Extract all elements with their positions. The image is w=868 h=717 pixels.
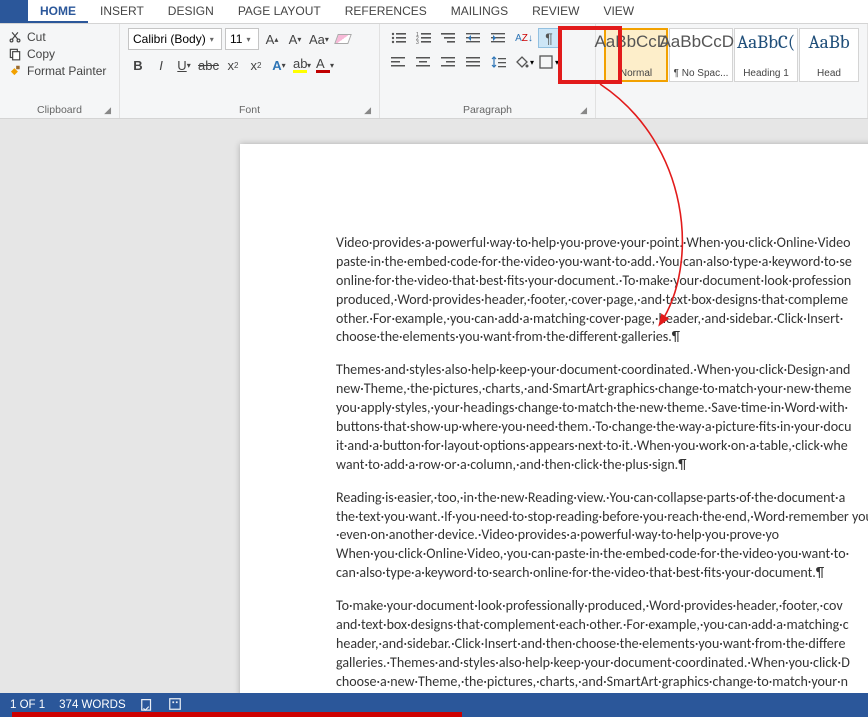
shading-button[interactable]: ▾: [513, 52, 535, 72]
italic-button[interactable]: I: [151, 54, 171, 76]
spellcheck-icon[interactable]: [140, 697, 154, 714]
tab-insert[interactable]: INSERT: [88, 0, 156, 23]
svg-text:3: 3: [416, 40, 419, 45]
grow-font-button[interactable]: A▴: [262, 28, 282, 50]
font-size-value: 11: [230, 32, 242, 46]
underline-button[interactable]: U▾: [174, 54, 194, 76]
font-name-combo[interactable]: Calibri (Body) ▾: [128, 28, 222, 50]
multilevel-list-button[interactable]: [438, 28, 460, 48]
subscript-button[interactable]: x2: [223, 54, 243, 76]
copy-button[interactable]: Copy: [8, 47, 111, 61]
superscript-button[interactable]: x2: [246, 54, 266, 76]
paragraph-launcher-icon[interactable]: ◢: [580, 105, 587, 116]
change-case-button[interactable]: Aa▾: [308, 28, 330, 50]
clipboard-group-label: Clipboard: [37, 104, 82, 116]
style-normal[interactable]: AaBbCcDcNormal: [604, 28, 668, 82]
cut-label: Cut: [27, 30, 46, 44]
style-sample: AaBbCcDc: [659, 33, 742, 50]
style-no-spacing[interactable]: AaBbCcDc¶ No Spac...: [669, 28, 733, 82]
bold-button[interactable]: B: [128, 54, 148, 76]
group-clipboard: Cut Copy Format Painter Clipboard ◢: [0, 24, 120, 118]
clipboard-launcher-icon[interactable]: ◢: [104, 105, 111, 116]
format-painter-label: Format Painter: [27, 64, 106, 78]
word-count[interactable]: 374 WORDS: [59, 699, 125, 711]
ribbon: Cut Copy Format Painter Clipboard ◢ Calib…: [0, 24, 868, 119]
font-name-value: Calibri (Body): [133, 32, 206, 46]
document-area[interactable]: Video·provides·a·powerful·way·to·help·yo…: [0, 119, 868, 693]
group-paragraph: 123 AZ↓ ¶ ▾ ▾ Paragraph ◢: [380, 24, 596, 118]
tab-mailings[interactable]: MAILINGS: [439, 0, 520, 23]
ribbon-tabs: HOME INSERT DESIGN PAGE LAYOUT REFERENCE…: [0, 0, 868, 24]
page-count[interactable]: 1 OF 1: [10, 699, 45, 711]
line-spacing-button[interactable]: [488, 52, 510, 72]
style-name: Head: [817, 68, 841, 79]
font-launcher-icon[interactable]: ◢: [364, 105, 371, 116]
annotation-bottom-strip: [12, 712, 462, 717]
copy-icon: [8, 47, 22, 61]
paint-bucket-icon: [514, 55, 530, 69]
tab-view[interactable]: VIEW: [591, 0, 646, 23]
justify-button[interactable]: [463, 52, 485, 72]
show-hide-paragraph-button[interactable]: ¶: [538, 28, 560, 48]
page: Video·provides·a·powerful·way·to·help·yo…: [240, 144, 868, 693]
text-effects-button[interactable]: A▾: [269, 54, 289, 76]
style-sample: AaBb: [808, 33, 849, 52]
font-size-combo[interactable]: 11 ▾: [225, 28, 259, 50]
group-styles: AaBbCcDcNormal AaBbCcDc¶ No Spac... AaBb…: [596, 24, 868, 118]
style-sample: AaBbC(: [737, 33, 795, 52]
font-group-label: Font: [239, 104, 260, 116]
paragraph-group-label: Paragraph: [463, 104, 512, 116]
eraser-icon: [334, 34, 352, 44]
macro-icon[interactable]: [168, 697, 182, 714]
group-font: Calibri (Body) ▾ 11 ▾ A▴ A▾ Aa▾ B I U▾ abc…: [120, 24, 380, 118]
style-heading-2[interactable]: AaBb Head: [799, 28, 859, 82]
style-heading-1[interactable]: AaBbC( Heading 1: [734, 28, 798, 82]
numbering-button[interactable]: 123: [413, 28, 435, 48]
pilcrow-icon: ¶: [545, 30, 553, 46]
copy-label: Copy: [27, 47, 55, 61]
chevron-down-icon: ▾: [246, 35, 250, 44]
tab-references[interactable]: REFERENCES: [333, 0, 439, 23]
sort-button[interactable]: AZ↓: [513, 28, 535, 48]
file-tab[interactable]: [0, 0, 28, 23]
paragraph-4[interactable]: To·make·your·document·look·professionall…: [336, 597, 868, 691]
style-name: Heading 1: [743, 68, 789, 79]
paragraph-2[interactable]: Themes·and·styles·also·help·keep·your·do…: [336, 361, 868, 474]
font-color-button[interactable]: A▾: [315, 54, 335, 76]
tab-home[interactable]: HOME: [28, 0, 88, 23]
paragraph-3[interactable]: Reading·is·easier,·too,·in·the·new·Readi…: [336, 489, 868, 583]
format-painter-button[interactable]: Format Painter: [8, 64, 111, 78]
style-name: ¶ No Spac...: [674, 68, 729, 79]
clear-formatting-button[interactable]: [333, 28, 353, 50]
tab-review[interactable]: REVIEW: [520, 0, 591, 23]
paintbrush-icon: [8, 64, 22, 78]
tab-page-layout[interactable]: PAGE LAYOUT: [226, 0, 333, 23]
style-name: Normal: [620, 68, 652, 79]
highlight-button[interactable]: ab▾: [292, 54, 312, 76]
chevron-down-icon: ▾: [210, 35, 214, 44]
increase-indent-button[interactable]: [488, 28, 510, 48]
align-left-button[interactable]: [388, 52, 410, 72]
shrink-font-button[interactable]: A▾: [285, 28, 305, 50]
align-center-button[interactable]: [413, 52, 435, 72]
strikethrough-button[interactable]: abc: [197, 54, 220, 76]
align-right-button[interactable]: [438, 52, 460, 72]
decrease-indent-button[interactable]: [463, 28, 485, 48]
scissors-icon: [8, 30, 22, 44]
cut-button[interactable]: Cut: [8, 30, 111, 44]
paragraph-1[interactable]: Video·provides·a·powerful·way·to·help·yo…: [336, 234, 868, 347]
bullets-button[interactable]: [388, 28, 410, 48]
tab-design[interactable]: DESIGN: [156, 0, 226, 23]
borders-button[interactable]: ▾: [538, 52, 560, 72]
